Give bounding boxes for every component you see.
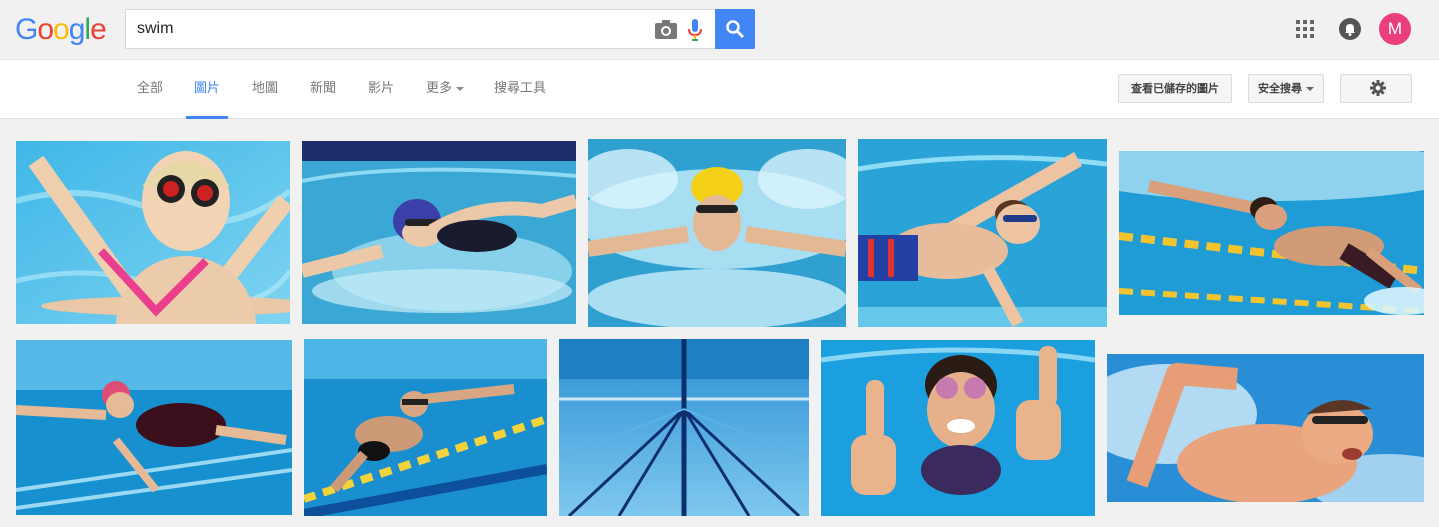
bell-icon[interactable] (1339, 18, 1361, 40)
google-logo[interactable]: Google (15, 10, 107, 50)
tab-all[interactable]: 全部 (129, 60, 171, 119)
image-result[interactable] (302, 141, 576, 324)
search-icon (726, 20, 744, 38)
tab-search-tools[interactable]: 搜尋工具 (486, 60, 554, 119)
mic-icon[interactable] (687, 18, 703, 42)
safe-search-label: 安全搜尋 (1258, 82, 1302, 95)
result-thumbnail (302, 141, 576, 324)
result-thumbnail (559, 339, 809, 516)
image-result[interactable] (821, 340, 1095, 516)
safe-search-button[interactable]: 安全搜尋 (1248, 74, 1324, 103)
search-button[interactable] (715, 9, 755, 49)
result-thumbnail (16, 141, 290, 324)
logo-letter: g (68, 13, 86, 46)
saved-images-button[interactable]: 查看已儲存的圖片 (1118, 74, 1232, 103)
search-query[interactable]: swim (137, 20, 173, 38)
logo-letter: o (53, 13, 70, 46)
result-thumbnail (858, 139, 1107, 327)
logo-letter: G (15, 13, 38, 46)
result-thumbnail (588, 139, 846, 327)
result-thumbnail (1119, 151, 1424, 315)
tab-videos[interactable]: 影片 (360, 60, 402, 119)
tab-more-label: 更多 (426, 81, 453, 96)
logo-letter: e (90, 13, 107, 46)
gear-icon (1370, 80, 1386, 96)
settings-button[interactable] (1340, 74, 1412, 103)
image-result[interactable] (1119, 151, 1424, 315)
logo-letter: o (37, 13, 54, 46)
top-bar: Google swim M (0, 0, 1439, 59)
image-result[interactable] (304, 339, 547, 516)
tab-images[interactable]: 圖片 (186, 60, 229, 119)
apps-grid-icon[interactable] (1296, 20, 1314, 38)
result-thumbnail (1107, 354, 1424, 502)
image-result[interactable] (588, 139, 846, 327)
result-thumbnail (304, 339, 547, 516)
tab-maps[interactable]: 地圖 (244, 60, 286, 119)
result-thumbnail (16, 340, 292, 515)
chevron-down-icon (456, 86, 465, 91)
avatar[interactable]: M (1379, 13, 1411, 45)
image-result[interactable] (858, 139, 1107, 327)
chevron-down-icon (1306, 87, 1314, 91)
image-result[interactable] (16, 340, 292, 515)
search-input[interactable]: swim (125, 9, 715, 49)
result-thumbnail (821, 340, 1095, 516)
image-result[interactable] (1107, 354, 1424, 502)
search-nav-bar: 全部 圖片 地圖 新聞 影片 更多 搜尋工具 查看已儲存的圖片 安全搜尋 (0, 59, 1439, 119)
tab-more[interactable]: 更多 (418, 60, 472, 119)
camera-icon[interactable] (654, 19, 678, 41)
image-result[interactable] (16, 141, 290, 324)
tab-news[interactable]: 新聞 (302, 60, 344, 119)
image-result[interactable] (559, 339, 809, 516)
